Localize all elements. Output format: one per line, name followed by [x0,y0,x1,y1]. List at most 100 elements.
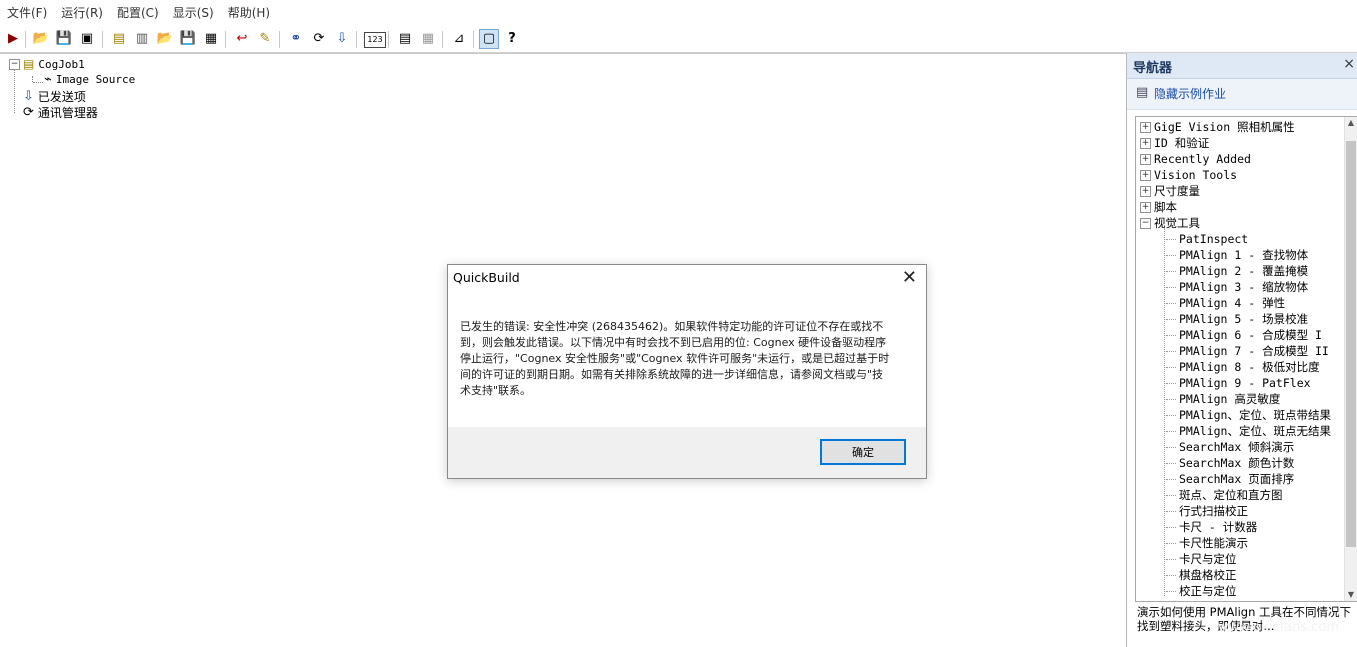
nav-sample-item[interactable]: PMAlign 1 - 查找物体 [1166,248,1308,262]
nav-sample-label: PMAlign 5 - 场景校准 [1179,312,1309,326]
nav-category[interactable]: + Vision Tools [1140,168,1237,182]
posted-items-icon[interactable]: ⇩ [333,30,351,48]
posted-items-icon: ⇩ [23,89,34,104]
nav-sample-item[interactable]: PMAlign 高灵敏度 [1166,392,1280,406]
menu-view[interactable]: 显示(S) [166,0,221,27]
ok-button[interactable]: 确定 [820,439,906,465]
expand-icon[interactable]: + [1140,170,1151,181]
edit-script-icon[interactable]: ✎ [256,30,274,48]
document-icon: ▤ [1136,85,1149,100]
nav-sample-label: PMAlign、定位、斑点无结果 [1179,424,1331,438]
nav-sample-item[interactable]: PMAlign 3 - 缩放物体 [1166,280,1308,294]
new-job-icon[interactable]: ▥ [133,30,151,48]
nav-sample-item[interactable]: PatInspect [1166,232,1248,246]
nav-category[interactable]: − 视觉工具 [1140,216,1200,230]
tree-line [1166,527,1176,528]
run-icon[interactable]: ▶ [4,30,22,48]
menu-run[interactable]: 运行(R) [54,0,110,27]
nav-sample-item[interactable]: 棋盘格校正 [1166,568,1237,582]
nav-category[interactable]: + 脚本 [1140,200,1177,214]
nav-sample-item[interactable]: PMAlign 6 - 合成模型 I [1166,328,1322,342]
expand-icon[interactable]: + [1140,186,1151,197]
menu-configure[interactable]: 配置(C) [110,0,166,27]
measure-icon[interactable]: ⊿ [450,30,468,48]
communication-icon[interactable]: ⟳ [310,30,328,48]
numeric-display-icon[interactable]: 123 [364,32,386,48]
scroll-down-icon[interactable]: ▼ [1345,589,1357,601]
nav-sample-item[interactable]: PMAlign 9 - PatFlex [1166,376,1311,390]
dialog-message-line: 到，则会触发此错误。以下情况中有时会找不到已启用的位: Cognex 硬件设备驱… [460,336,887,349]
scroll-thumb[interactable] [1346,141,1356,547]
nav-sample-item[interactable]: 行式扫描校正 [1166,504,1248,518]
link-icon[interactable]: ⚭ [287,30,305,48]
collapse-icon[interactable]: − [9,58,20,70]
scroll-up-icon[interactable]: ▲ [1345,117,1357,129]
nav-sample-label: SearchMax 颜色计数 [1179,456,1295,470]
reset-icon[interactable]: ↩ [233,30,251,48]
results-icon[interactable]: ▤ [396,30,414,48]
nav-sample-item[interactable]: 卡尺与定位 [1166,552,1237,566]
nav-sample-item[interactable]: PMAlign 2 - 覆盖掩模 [1166,264,1308,278]
nav-sample-item[interactable]: SearchMax 页面排序 [1166,472,1294,486]
hide-samples-link[interactable]: 隐藏示例作业 [1154,85,1226,102]
expand-icon[interactable]: + [1140,202,1151,213]
nav-sample-label: PMAlign 9 - PatFlex [1179,376,1311,390]
nav-sample-item[interactable]: PMAlign 5 - 场景校准 [1166,312,1308,326]
menu-bar: 文件(F) 运行(R) 配置(C) 显示(S) 帮助(H) [0,0,1357,28]
dialog-title: QuickBuild [453,270,520,285]
navigator-icon[interactable]: ▢ [479,29,499,49]
tree-node-comm-manager[interactable]: ⟳ 通讯管理器 [23,104,98,121]
communication-icon: ⟳ [23,105,34,120]
nav-category[interactable]: + Recently Added [1140,152,1251,166]
nav-sample-item[interactable]: SearchMax 颜色计数 [1166,456,1294,470]
help-icon[interactable]: ? [503,30,521,48]
nav-sample-item[interactable]: 校正与定位 [1166,584,1237,598]
expand-icon[interactable]: + [1140,122,1151,133]
tree-node-cogjob1[interactable]: − ▤ CogJob1 [9,57,85,71]
toolbar-separator [473,31,474,48]
nav-sample-item[interactable]: 卡尺性能演示 [1166,536,1248,550]
toolbar-separator [356,31,357,48]
nav-category[interactable]: + 尺寸度量 [1140,184,1200,198]
open-job-icon[interactable]: 📂 [156,30,174,48]
nav-sample-item[interactable]: PMAlign 7 - 合成模型 II [1166,344,1329,358]
nav-sample-label: PatInspect [1179,232,1249,246]
nav-category[interactable]: + ID 和验证 [1140,136,1209,150]
vertical-scrollbar[interactable]: ▲ ▼ [1344,117,1357,601]
menu-help[interactable]: 帮助(H) [221,0,277,27]
nav-sample-label: SearchMax 倾斜演示 [1179,440,1295,454]
dialog-message-line: 已发生的错误: 安全性冲突 (268435462)。如果软件特定功能的许可证位不… [460,320,884,333]
close-icon[interactable]: × [1343,56,1355,72]
save-all-icon[interactable]: ▣ [78,30,96,48]
toolbar-separator [102,31,103,48]
save-job-icon[interactable]: 💾 [179,30,197,48]
grid-icon[interactable]: ▦ [419,30,437,48]
tree-node-posted-items[interactable]: ⇩ 已发送项 [23,88,86,105]
nav-sample-label: SearchMax 页面排序 [1179,472,1295,486]
nav-sample-item[interactable]: SearchMax 倾斜演示 [1166,440,1294,454]
nav-sample-label: 卡尺与定位 [1179,552,1237,566]
nav-sample-label: PMAlign 7 - 合成模型 II [1179,344,1329,358]
tree-node-image-source[interactable]: ⌁ Image Source [44,72,135,87]
save-job-as-icon[interactable]: ▦ [202,30,220,48]
nav-sample-item[interactable]: PMAlign 8 - 极低对比度 [1166,360,1320,374]
nav-category-label: 尺寸度量 [1154,184,1200,198]
nav-sample-item[interactable]: PMAlign 4 - 弹性 [1166,296,1285,310]
close-icon[interactable]: ✕ [902,267,917,288]
nav-sample-item[interactable]: 卡尺 - 计数器 [1166,520,1257,534]
nav-sample-item[interactable]: PMAlign、定位、斑点无结果 [1166,424,1331,438]
expand-icon[interactable]: + [1140,138,1151,149]
tree-line [33,82,43,84]
job-properties-icon[interactable]: ▤ [110,30,128,48]
menu-file[interactable]: 文件(F) [0,0,54,27]
save-icon[interactable]: 💾 [55,30,73,48]
nav-category[interactable]: + GigE Vision 照相机属性 [1140,120,1295,134]
watermark: www.elecfans.com [1218,620,1340,635]
collapse-icon[interactable]: − [1140,218,1151,229]
tree-line [1166,255,1176,256]
nav-sample-item[interactable]: PMAlign、定位、斑点带结果 [1166,408,1331,422]
navigator-panel: 导航器 × ▤ 隐藏示例作业 + GigE Vision 照相机属性 + ID 和验证… [1127,53,1357,646]
open-folder-icon[interactable]: 📂 [32,30,50,48]
nav-sample-item[interactable]: 斑点、定位和直方图 [1166,488,1283,502]
expand-icon[interactable]: + [1140,154,1151,165]
